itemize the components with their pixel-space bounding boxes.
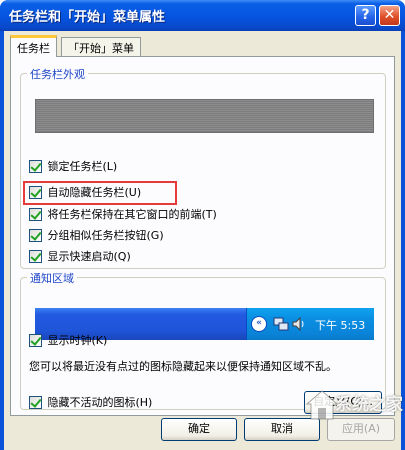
checkbox-checked[interactable] — [29, 228, 42, 242]
show-clock-checkbox[interactable]: 显示时钟(K) — [29, 332, 107, 349]
checkbox-label: 隐藏不活动的图标(H) — [47, 395, 153, 409]
tab-panel: 任务栏外观 锁定任务栏(L) 自动隐藏任务栏(U) 将任务栏保持在其它窗口的前端… — [10, 56, 395, 416]
checkbox-checked[interactable] — [29, 207, 42, 221]
window-title: 任务栏和「开始」菜单属性 — [9, 10, 166, 25]
checkbox-label: 锁定任务栏(L) — [47, 159, 118, 173]
dialog-window: 任务栏和「开始」菜单属性 ? ✕ 任务栏 「开始」菜单 任务栏外观 锁定任务栏(… — [0, 0, 405, 450]
notification-description: 您可以将最近没有点过的图标隐藏起来以便保持通知区域不乱。 — [29, 360, 337, 373]
auto-hide-taskbar-checkbox[interactable]: 自动隐藏任务栏(U) — [29, 184, 141, 201]
close-button[interactable]: ✕ — [379, 5, 400, 26]
show-quick-launch-checkbox[interactable]: 显示快速启动(Q) — [29, 248, 131, 265]
ok-button[interactable]: 确定 — [161, 418, 237, 441]
taskbar-preview-image — [35, 99, 374, 133]
title-bar[interactable]: 任务栏和「开始」菜单属性 ? ✕ — [0, 0, 405, 31]
system-tray: « 下午 5:53 — [246, 308, 374, 340]
house-logo-icon — [305, 390, 339, 420]
network-icon — [273, 316, 289, 332]
checkbox-label: 将任务栏保持在其它窗口的前端(T) — [47, 207, 217, 221]
group-title: 任务栏外观 — [27, 66, 88, 82]
watermark-logo: 系统之家 — [305, 384, 403, 424]
chevron-left-icon: « — [251, 316, 267, 332]
checkbox-label: 分组相似任务栏按钮(G) — [47, 228, 164, 242]
help-button[interactable]: ? — [355, 5, 376, 26]
lock-taskbar-checkbox[interactable]: 锁定任务栏(L) — [29, 158, 117, 175]
hide-inactive-icons-checkbox[interactable]: 隐藏不活动的图标(H) — [29, 394, 152, 411]
checkbox-label: 显示快速启动(Q) — [47, 249, 131, 263]
checkbox-checked[interactable] — [29, 249, 42, 263]
group-similar-buttons-checkbox[interactable]: 分组相似任务栏按钮(G) — [29, 227, 164, 244]
group-title: 通知区域 — [27, 270, 77, 286]
volume-icon — [291, 316, 307, 332]
keep-on-top-checkbox[interactable]: 将任务栏保持在其它窗口的前端(T) — [29, 206, 217, 223]
watermark-text: 系统之家 — [335, 395, 403, 415]
checkbox-checked[interactable] — [29, 395, 42, 409]
tab-taskbar[interactable]: 任务栏 — [10, 35, 57, 57]
tab-start-menu[interactable]: 「开始」菜单 — [61, 37, 141, 56]
checkbox-checked[interactable] — [29, 333, 42, 347]
checkbox-label: 自动隐藏任务栏(U) — [47, 185, 142, 199]
checkbox-checked[interactable] — [29, 185, 42, 199]
tray-clock: 下午 5:53 — [315, 319, 366, 332]
checkbox-checked[interactable] — [29, 159, 42, 173]
checkbox-label: 显示时钟(K) — [47, 333, 108, 347]
